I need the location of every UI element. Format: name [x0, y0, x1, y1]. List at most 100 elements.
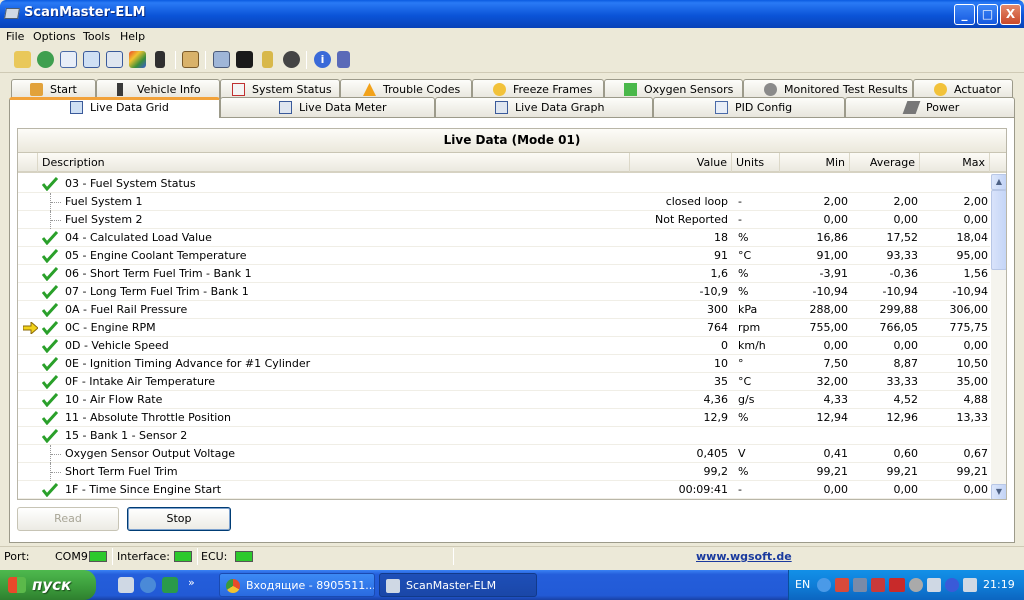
bluetooth-icon[interactable]: [945, 578, 959, 592]
terminal-icon[interactable]: [236, 51, 253, 68]
chevron-icon[interactable]: »: [188, 576, 198, 592]
tab-start[interactable]: Start: [11, 79, 96, 99]
tab-system-status[interactable]: System Status: [220, 79, 340, 99]
check-icon[interactable]: [42, 483, 58, 497]
tab-monitored-test-results[interactable]: Monitored Test Results: [743, 79, 913, 99]
read-button[interactable]: Read: [17, 507, 119, 531]
tab-trouble-codes[interactable]: Trouble Codes: [340, 79, 472, 99]
tray-keyboard-icon[interactable]: [889, 578, 905, 592]
table-row[interactable]: 04 - Calculated Load Value 18% 16,86 17,52 1…: [18, 229, 990, 247]
traffic-light-icon[interactable]: [155, 51, 165, 68]
tab-live-data-meter[interactable]: Live Data Meter: [220, 97, 435, 117]
document-icon[interactable]: [60, 51, 77, 68]
gauge-icon[interactable]: [283, 51, 300, 68]
graph-icon[interactable]: [129, 51, 146, 68]
tab-pid-config[interactable]: PID Config: [653, 97, 845, 117]
check-icon[interactable]: [42, 357, 58, 371]
title-bar[interactable]: ScanMaster-ELM _ □ X: [0, 0, 1024, 28]
check-icon[interactable]: [42, 285, 58, 299]
tray-usb-icon[interactable]: [927, 578, 941, 592]
app-quick-icon[interactable]: [162, 577, 178, 593]
table-row[interactable]: 07 - Long Term Fuel Trim - Bank 1 -10,9% -…: [18, 283, 990, 301]
minimize-button[interactable]: _: [954, 4, 975, 25]
tray-arrow-icon[interactable]: [817, 578, 831, 592]
table-row[interactable]: 0A - Fuel Rail Pressure 300 kPa 288,00 299,8…: [18, 301, 990, 319]
table-row[interactable]: Fuel System 2 Not Reported - 0,00 0,00 0,00: [18, 211, 990, 229]
table-row[interactable]: 10 - Air Flow Rate 4,36 g/s 4,33 4,52 4,88: [18, 391, 990, 409]
sensor-icon: [624, 83, 637, 96]
menu-help[interactable]: Help: [120, 30, 145, 43]
battery-icon[interactable]: [262, 51, 273, 68]
table-row[interactable]: 1F - Time Since Engine Start 00:09:41- 0,0…: [18, 481, 990, 499]
table-row[interactable]: 03 - Fuel System Status: [18, 175, 990, 193]
close-button[interactable]: X: [1000, 4, 1021, 25]
table-row[interactable]: Short Term Fuel Trim 99,2% 99,21 99,21 99,21: [18, 463, 990, 481]
check-icon[interactable]: [42, 231, 58, 245]
website-link[interactable]: www.wgsoft.de: [696, 550, 792, 563]
ie-icon[interactable]: [140, 577, 156, 593]
stop-button[interactable]: Stop: [127, 507, 231, 531]
scroll-up-button[interactable]: ▲: [991, 174, 1006, 190]
monitor-icon[interactable]: [213, 51, 230, 68]
check-icon[interactable]: [42, 375, 58, 389]
tab-oxygen-sensors[interactable]: Oxygen Sensors: [604, 79, 743, 99]
tab-power[interactable]: Power: [845, 97, 1015, 117]
meter-icon[interactable]: [106, 51, 123, 68]
table-row[interactable]: 05 - Engine Coolant Temperature 91 °C 91,00…: [18, 247, 990, 265]
table-row[interactable]: Fuel System 1 closed loop - 2,00 2,00 2,00: [18, 193, 990, 211]
table-row[interactable]: 11 - Absolute Throttle Position 12,9% 12,9…: [18, 409, 990, 427]
tray-monitor-icon[interactable]: [853, 578, 867, 592]
scroll-thumb[interactable]: [991, 190, 1006, 270]
info-icon[interactable]: i: [314, 51, 331, 68]
tab-live-data-grid[interactable]: Live Data Grid: [9, 97, 220, 118]
tab-live-data-graph[interactable]: Live Data Graph: [435, 97, 653, 117]
wrench-icon[interactable]: [14, 51, 31, 68]
check-icon[interactable]: [42, 303, 58, 317]
tab-vehicle-info[interactable]: Vehicle Info: [96, 79, 220, 99]
check-icon[interactable]: [42, 411, 58, 425]
task-inbox[interactable]: Входящие - 8905511...: [219, 573, 375, 597]
table-row[interactable]: Oxygen Sensor Output Voltage 0,405 V 0,41 0,…: [18, 445, 990, 463]
tab-freeze-frames[interactable]: Freeze Frames: [472, 79, 604, 99]
menu-options[interactable]: Options: [33, 30, 75, 43]
cell-max: 0,00: [963, 213, 989, 226]
tray-tool-icon[interactable]: [871, 578, 885, 592]
tray-network-icon[interactable]: [835, 578, 849, 592]
table-row[interactable]: 06 - Short Term Fuel Trim - Bank 1 1,6% -3…: [18, 265, 990, 283]
header-units[interactable]: Units: [732, 153, 780, 172]
grid-icon[interactable]: [83, 51, 100, 68]
header-value[interactable]: Value: [630, 153, 732, 172]
header-description[interactable]: Description: [38, 153, 630, 172]
check-icon[interactable]: [42, 321, 58, 335]
task-scanmaster[interactable]: ScanMaster-ELM: [379, 573, 537, 597]
check-icon[interactable]: [42, 177, 58, 191]
desktop-icon[interactable]: [118, 577, 134, 593]
tray-volume-icon[interactable]: [909, 578, 923, 592]
check-icon[interactable]: [42, 267, 58, 281]
menu-file[interactable]: File: [6, 30, 24, 43]
table-row[interactable]: 15 - Bank 1 - Sensor 2: [18, 427, 990, 445]
language-indicator[interactable]: EN: [795, 578, 810, 591]
header-min[interactable]: Min: [780, 153, 850, 172]
clipboard-icon[interactable]: [182, 51, 199, 68]
scroll-down-button[interactable]: ▼: [991, 484, 1006, 499]
table-row[interactable]: 0E - Ignition Timing Advance for #1 Cyli…: [18, 355, 990, 373]
cell-average: 0,00: [893, 339, 919, 352]
globe-icon[interactable]: [37, 51, 54, 68]
check-icon[interactable]: [42, 429, 58, 443]
check-icon[interactable]: [42, 393, 58, 407]
table-row[interactable]: 0D - Vehicle Speed 0 km/h 0,00 0,00 0,00: [18, 337, 990, 355]
start-button[interactable]: пуск: [0, 570, 96, 600]
book-icon[interactable]: [337, 51, 350, 68]
vertical-scrollbar[interactable]: ▲ ▼: [991, 174, 1006, 499]
menu-tools[interactable]: Tools: [83, 30, 110, 43]
tray-device-icon[interactable]: [963, 578, 977, 592]
check-icon[interactable]: [42, 339, 58, 353]
table-row[interactable]: 0F - Intake Air Temperature 35 °C 32,00 33,3…: [18, 373, 990, 391]
check-icon[interactable]: [42, 249, 58, 263]
table-row[interactable]: 0C - Engine RPM 764 rpm 755,00 766,05 775,75: [18, 319, 990, 337]
tab-actuator[interactable]: Actuator: [913, 79, 1013, 99]
maximize-button[interactable]: □: [977, 4, 998, 25]
header-max[interactable]: Max: [920, 153, 990, 172]
header-average[interactable]: Average: [850, 153, 920, 172]
